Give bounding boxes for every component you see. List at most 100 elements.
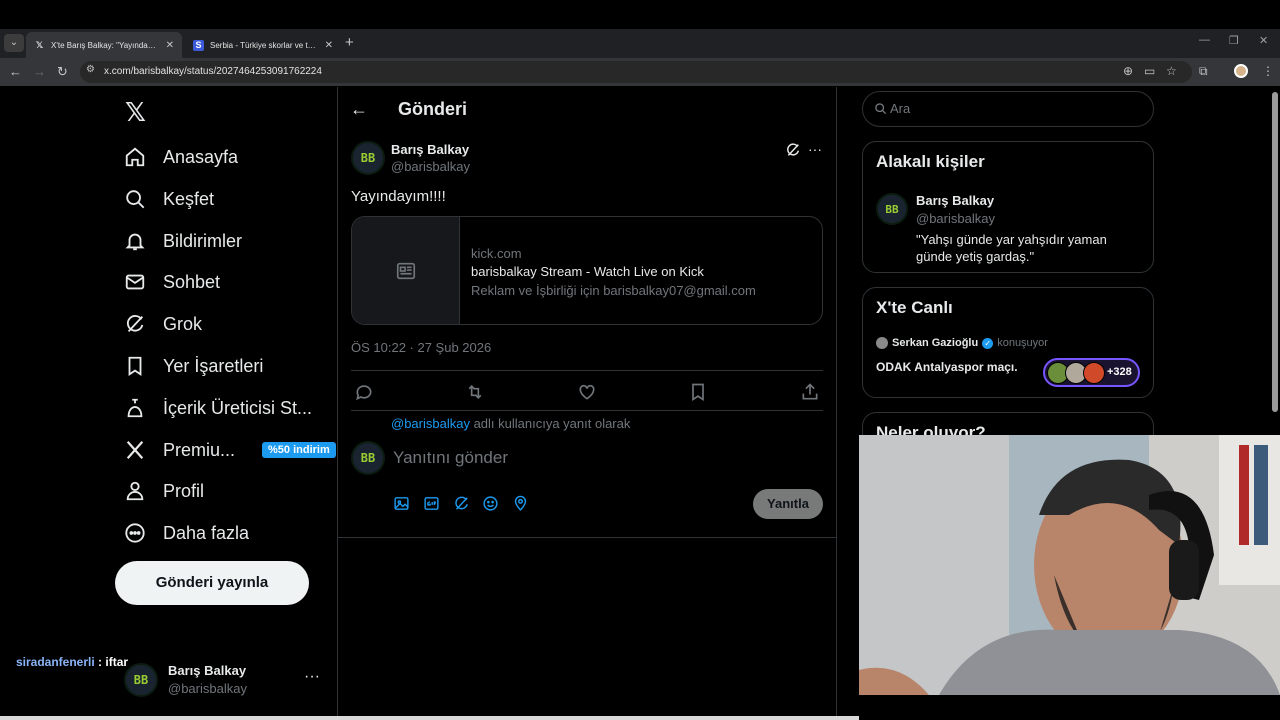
zoom-icon[interactable]: ⊕ xyxy=(1123,64,1133,78)
emoji-icon[interactable] xyxy=(482,495,499,512)
location-icon[interactable] xyxy=(512,495,529,512)
card-title: barisbalkay Stream - Watch Live on Kick xyxy=(471,264,704,279)
relevant-name[interactable]: Barış Balkay xyxy=(916,193,994,208)
cast-icon[interactable]: ▭ xyxy=(1144,64,1155,78)
mail-icon xyxy=(125,274,145,290)
nav-label: İçerik Üreticisi St... xyxy=(163,397,313,418)
browser-tab-active[interactable]: 𝕏 X'te Barış Balkay: "Yayındayım!!!!" ✕ xyxy=(26,32,182,58)
sofascore-icon: S xyxy=(193,39,204,51)
divider xyxy=(351,370,823,371)
close-tab-icon[interactable]: ✕ xyxy=(325,40,333,51)
nav-label: Keşfet xyxy=(163,188,215,209)
live-title: X'te Canlı xyxy=(876,298,953,317)
nav-chat[interactable]: Sohbet xyxy=(124,264,220,300)
account-switcher[interactable]: BB Barış Balkay @barisbalkay ··· xyxy=(124,660,334,700)
image-icon[interactable] xyxy=(393,495,410,512)
search-icon xyxy=(875,103,887,115)
minimize-icon[interactable]: — xyxy=(1199,34,1210,46)
forward-icon[interactable]: → xyxy=(33,64,46,79)
reload-icon[interactable]: ↻ xyxy=(57,64,68,80)
reply-input[interactable]: Yanıtını gönder xyxy=(393,448,508,468)
post-text: Yayındayım!!!! xyxy=(351,188,446,205)
like-icon[interactable] xyxy=(577,382,597,402)
relevant-bio: "Yahşı günde yar yahşıdır yaman günde ye… xyxy=(916,232,1107,264)
close-tab-icon[interactable]: ✕ xyxy=(166,40,174,51)
tab-search-button[interactable]: ⌄ xyxy=(4,34,24,52)
tab-title: X'te Barış Balkay: "Yayındayım!!!!" xyxy=(51,40,160,50)
bookmark-star-icon[interactable]: ☆ xyxy=(1166,64,1177,78)
gif-icon[interactable] xyxy=(423,495,440,512)
taskbar-strip xyxy=(0,716,859,720)
divider xyxy=(337,537,836,538)
nav-label: Bildirimler xyxy=(163,230,243,251)
listener-avatar xyxy=(1083,362,1105,384)
bookmark-icon[interactable] xyxy=(688,382,708,402)
card-description: Reklam ve İşbirliği için barisbalkay07@g… xyxy=(471,283,756,298)
avatar[interactable]: BB xyxy=(876,193,908,225)
browser-menu-icon[interactable]: ⋮ xyxy=(1262,64,1274,78)
profile-avatar[interactable] xyxy=(1234,64,1248,78)
article-icon xyxy=(396,262,415,279)
author-avatar[interactable]: BB xyxy=(351,141,385,175)
back-arrow-icon[interactable]: ← xyxy=(350,99,368,120)
browser-tab[interactable]: S Serbia - Türkiye skorlar ve tahminler … xyxy=(185,32,341,58)
new-tab-button[interactable]: + xyxy=(345,34,354,51)
reply-button[interactable]: Yanıtla xyxy=(753,489,823,519)
author-handle[interactable]: @barisbalkay xyxy=(391,159,470,174)
search-placeholder: Ara xyxy=(890,101,911,116)
nav-home[interactable]: Anasayfa xyxy=(124,139,238,175)
column-divider xyxy=(337,87,338,720)
url-text[interactable]: x.com/barisbalkay/status/202746425309176… xyxy=(104,66,322,77)
live-listeners[interactable]: +328 xyxy=(1043,358,1140,387)
x-logo-icon: 𝕏 xyxy=(35,39,44,50)
post-button[interactable]: Gönderi yayınla xyxy=(115,561,309,605)
divider xyxy=(351,410,823,411)
close-window-icon[interactable]: ✕ xyxy=(1259,34,1268,47)
nav-label: Grok xyxy=(163,313,203,334)
avatar: BB xyxy=(351,441,385,475)
post-timestamp[interactable]: ÖS 10:22 · 27 Şub 2026 xyxy=(351,340,491,355)
share-icon[interactable] xyxy=(800,382,820,402)
account-name: Barış Balkay xyxy=(168,663,247,678)
nav-creator-studio[interactable]: İçerik Üreticisi St... xyxy=(124,390,312,426)
bell-icon xyxy=(125,233,145,251)
relevant-handle[interactable]: @barisbalkay xyxy=(916,211,995,226)
more-icon[interactable]: ··· xyxy=(808,141,822,157)
page-scrollbar[interactable] xyxy=(1272,92,1278,412)
person-icon xyxy=(126,481,144,501)
restore-icon[interactable]: ❐ xyxy=(1229,34,1239,47)
link-card[interactable]: kick.com barisbalkay Stream - Watch Live… xyxy=(351,216,823,325)
nav-label: Premiu... xyxy=(163,439,236,460)
grok-icon xyxy=(127,315,144,332)
x-premium-icon xyxy=(126,441,144,459)
bookmark-icon xyxy=(128,356,142,376)
x-logo-icon[interactable]: 𝕏 xyxy=(125,97,146,128)
more-icon[interactable]: ··· xyxy=(304,668,320,686)
nav-explore[interactable]: Keşfet xyxy=(124,181,214,217)
account-handle: @barisbalkay xyxy=(168,681,247,696)
repost-icon[interactable] xyxy=(465,382,485,402)
host-state: konuşuyor xyxy=(997,337,1048,349)
nav-notifications[interactable]: Bildirimler xyxy=(124,223,242,259)
nav-more[interactable]: Daha fazla xyxy=(124,515,249,551)
author-name[interactable]: Barış Balkay xyxy=(391,142,469,157)
nav-grok[interactable]: Grok xyxy=(124,306,202,342)
grok-icon[interactable] xyxy=(453,495,470,512)
live-stream-title: ODAK Antalyaspor maçı. xyxy=(876,360,1018,374)
nav-label: Yer İşaretleri xyxy=(163,355,264,376)
site-info-icon[interactable]: ⚙ xyxy=(86,64,95,75)
search-icon xyxy=(126,190,145,209)
live-host[interactable]: Serkan Gazioğlu ✓ konuşuyor xyxy=(876,337,1048,349)
nav-profile[interactable]: Profil xyxy=(124,473,204,509)
nav-premium[interactable]: Premiu... %50 indirim xyxy=(124,432,336,468)
webcam-feed xyxy=(859,435,1280,695)
listener-count: +328 xyxy=(1107,366,1132,378)
avatar: BB xyxy=(124,663,158,697)
grok-icon[interactable] xyxy=(785,142,801,158)
reply-icon[interactable] xyxy=(354,382,374,402)
nav-bookmarks[interactable]: Yer İşaretleri xyxy=(124,348,263,384)
card-domain: kick.com xyxy=(471,246,522,261)
back-icon[interactable]: ← xyxy=(9,64,22,79)
mention-link[interactable]: @barisbalkay xyxy=(391,416,470,431)
extensions-icon[interactable]: ⧉ xyxy=(1199,64,1208,79)
